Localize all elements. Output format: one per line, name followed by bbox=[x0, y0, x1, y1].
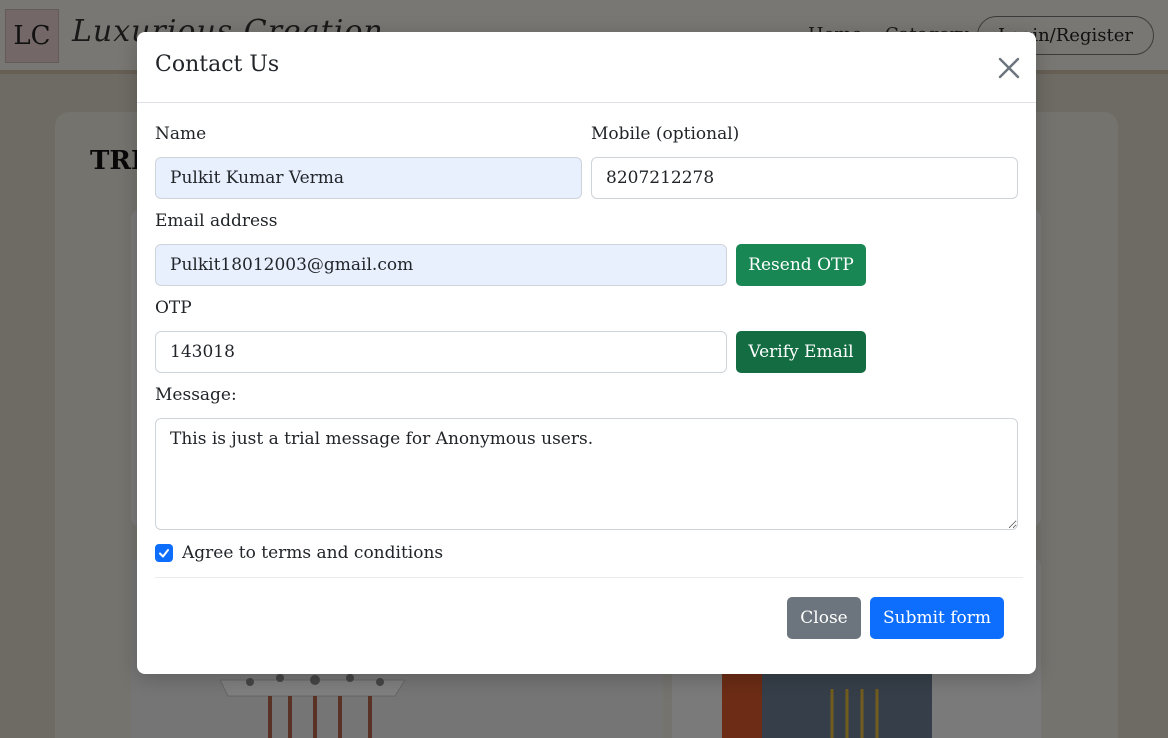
modal-title: Contact Us bbox=[155, 52, 280, 77]
name-input[interactable] bbox=[155, 157, 582, 199]
submit-button[interactable]: Submit form bbox=[870, 597, 1004, 639]
mobile-input[interactable] bbox=[591, 157, 1018, 199]
contact-modal: Contact Us Name Mobile (optional) Email … bbox=[137, 32, 1036, 674]
modal-header: Contact Us bbox=[137, 32, 1036, 103]
terms-row: Agree to terms and conditions bbox=[155, 540, 443, 566]
otp-label: OTP bbox=[155, 298, 192, 318]
verify-email-button[interactable]: Verify Email bbox=[736, 331, 866, 373]
email-label: Email address bbox=[155, 211, 278, 231]
message-textarea[interactable]: This is just a trial message for Anonymo… bbox=[155, 418, 1018, 530]
name-label: Name bbox=[155, 124, 207, 144]
close-button[interactable]: Close bbox=[787, 597, 861, 639]
check-icon bbox=[159, 549, 169, 558]
close-icon[interactable] bbox=[995, 54, 1023, 82]
modal-footer-divider bbox=[155, 577, 1023, 578]
terms-label[interactable]: Agree to terms and conditions bbox=[182, 543, 443, 563]
otp-input[interactable] bbox=[155, 331, 727, 373]
resend-otp-button[interactable]: Resend OTP bbox=[736, 244, 866, 286]
message-label: Message: bbox=[155, 385, 237, 405]
mobile-label: Mobile (optional) bbox=[591, 124, 740, 144]
terms-checkbox[interactable] bbox=[155, 544, 173, 562]
email-input[interactable] bbox=[155, 244, 727, 286]
